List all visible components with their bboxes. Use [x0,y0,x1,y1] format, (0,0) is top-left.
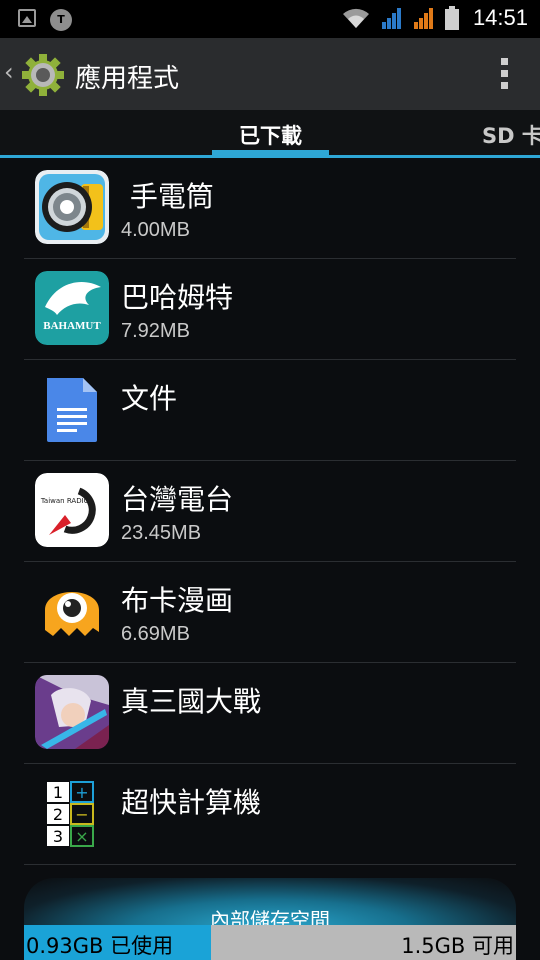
app-name: 超快計算機 [121,786,262,819]
tab-downloaded[interactable]: 已下載 [212,120,329,150]
svg-text:−: − [75,805,88,824]
list-item[interactable]: 手電筒 4.00MB [24,158,516,259]
svg-text:Taiwan RADIO: Taiwan RADIO [40,497,90,505]
bahamut-icon: BAHAMUT [35,271,109,345]
list-item[interactable]: 文件 [24,360,516,461]
calculator-icon: 1 2 3 + − × [47,781,94,847]
status-bar: T 14:51 [0,0,540,38]
settings-gear-icon[interactable] [20,52,66,98]
signal-strength-icon [381,8,401,29]
app-name: 文件 [121,382,178,415]
storage-used-label: 0.93GB 已使用 [26,934,174,958]
storage-usage-bar: 0.93GB 已使用 1.5GB 可用 [24,925,516,960]
app-size: 6.69MB [121,623,190,645]
storage-free-label: 1.5GB 可用 [401,934,514,958]
active-tab-indicator [212,150,329,156]
page-title: 應用程式 [75,64,180,94]
app-name: 台灣電台 [121,483,234,516]
app-name: 布卡漫画 [121,584,234,617]
svg-text:×: × [75,827,88,846]
app-size: 4.00MB [121,219,190,241]
image-notification-icon [18,9,36,27]
signal-strength-icon-2 [413,8,433,29]
list-item[interactable]: 1 2 3 + − × 超快計算機 [24,764,516,865]
app-list: 手電筒 4.00MB BAHAMUT 巴哈姆特 7.92MB 文件 Taiwan… [24,158,516,865]
app-name: 巴哈姆特 [121,281,234,314]
list-item[interactable]: BAHAMUT 巴哈姆特 7.92MB [24,259,516,360]
flashlight-icon [35,170,109,244]
svg-text:1: 1 [53,783,63,802]
wifi-icon [342,8,369,28]
tab-sd-card[interactable]: SD 卡 [482,120,540,150]
overflow-menu-icon[interactable] [498,58,510,92]
list-item[interactable]: Taiwan RADIO 台灣電台 23.45MB [24,461,516,562]
clock: 14:51 [472,5,528,30]
google-docs-icon [47,378,97,442]
action-bar: ‹ 應用程式 [0,38,540,110]
app-name: 手電筒 [121,180,214,213]
app-name: 真三國大戰 [121,685,262,718]
list-item[interactable]: 真三國大戰 [24,663,516,764]
app-notification-icon: T [50,9,72,31]
app-size: 7.92MB [121,320,190,342]
taiwan-radio-icon: Taiwan RADIO [35,473,109,547]
svg-text:BAHAMUT: BAHAMUT [43,320,101,332]
back-chevron-icon[interactable]: ‹ [4,58,14,86]
battery-icon [444,6,459,30]
svg-text:2: 2 [53,805,63,824]
buka-manga-icon [45,592,99,636]
svg-text:+: + [75,783,88,802]
app-size: 23.45MB [121,522,202,544]
svg-text:3: 3 [53,827,63,846]
game-character-icon [35,675,109,749]
list-item[interactable]: 布卡漫画 6.69MB [24,562,516,663]
